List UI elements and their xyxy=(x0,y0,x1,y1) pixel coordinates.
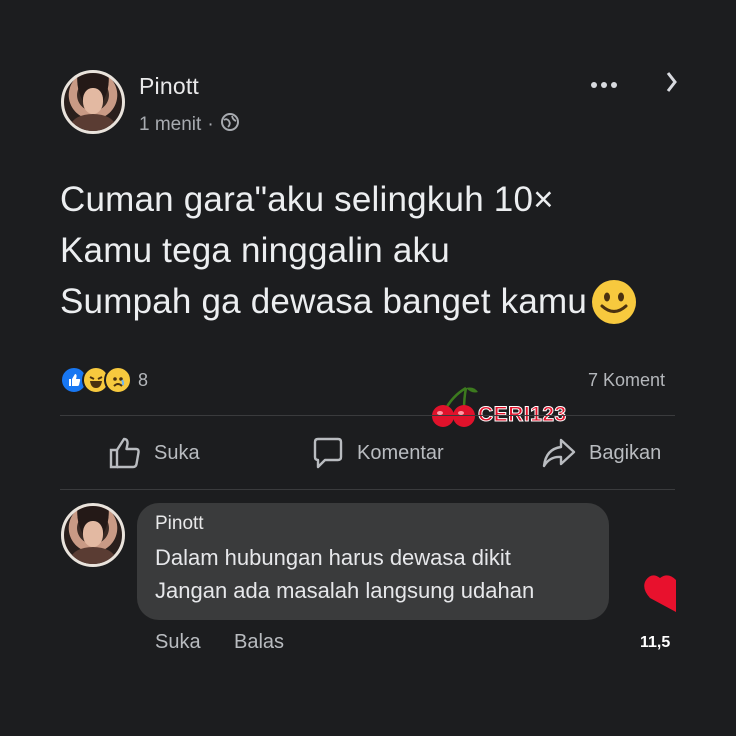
comment-button[interactable]: Komentar xyxy=(311,436,444,470)
like-label: Suka xyxy=(154,441,200,464)
cherry-icon xyxy=(430,384,480,433)
share-icon xyxy=(541,436,577,470)
comment-like-button[interactable]: Suka xyxy=(155,631,201,654)
side-count: 11,5 xyxy=(640,634,671,651)
meta-separator: · xyxy=(207,114,214,135)
actions-bottom-divider xyxy=(60,489,675,490)
post-avatar[interactable] xyxy=(61,70,125,134)
ellipsis-icon[interactable] xyxy=(589,77,619,95)
post-line-3: Sumpah ga dewasa banget kamu xyxy=(60,276,700,327)
post-meta: 1 menit · xyxy=(139,112,240,138)
comment-label: Komentar xyxy=(357,441,444,464)
watermark-logo: CERI123 xyxy=(430,384,567,433)
sad-icon xyxy=(104,366,132,394)
post-author-name[interactable]: Pinott xyxy=(139,73,199,100)
like-button[interactable]: Suka xyxy=(108,436,200,470)
comment-author-name[interactable]: Pinott xyxy=(155,513,591,535)
comment-line-1: Dalam hubungan harus dewasa dikit xyxy=(155,545,511,570)
globe-icon xyxy=(220,112,240,138)
smiling-face-icon xyxy=(591,279,637,325)
post-time[interactable]: 1 menit xyxy=(139,114,201,136)
reaction-count: 8 xyxy=(138,369,149,390)
comment-reply-button[interactable]: Balas xyxy=(234,631,284,654)
post-line-1: Cuman gara"aku selingkuh 10× xyxy=(60,180,554,219)
comment-icon xyxy=(311,436,345,470)
actions-top-divider xyxy=(60,415,675,416)
post-line-2: Kamu tega ninggalin aku xyxy=(60,231,450,270)
comment-line-2: Jangan ada masalah langsung udahan xyxy=(155,578,535,603)
comment-avatar[interactable] xyxy=(61,503,125,567)
share-button[interactable]: Bagikan xyxy=(541,436,661,470)
close-icon[interactable] xyxy=(666,70,678,99)
post-text: Cuman gara"aku selingkuh 10× Kamu tega n… xyxy=(60,174,700,327)
comment-bubble: Pinott Dalam hubungan harus dewasa dikit… xyxy=(137,503,609,620)
share-label: Bagikan xyxy=(589,441,662,464)
thumbs-up-icon xyxy=(108,436,142,470)
reaction-summary[interactable]: 8 xyxy=(60,366,148,394)
comments-count[interactable]: 7 Koment xyxy=(588,370,676,391)
heart-icon[interactable] xyxy=(644,572,676,617)
